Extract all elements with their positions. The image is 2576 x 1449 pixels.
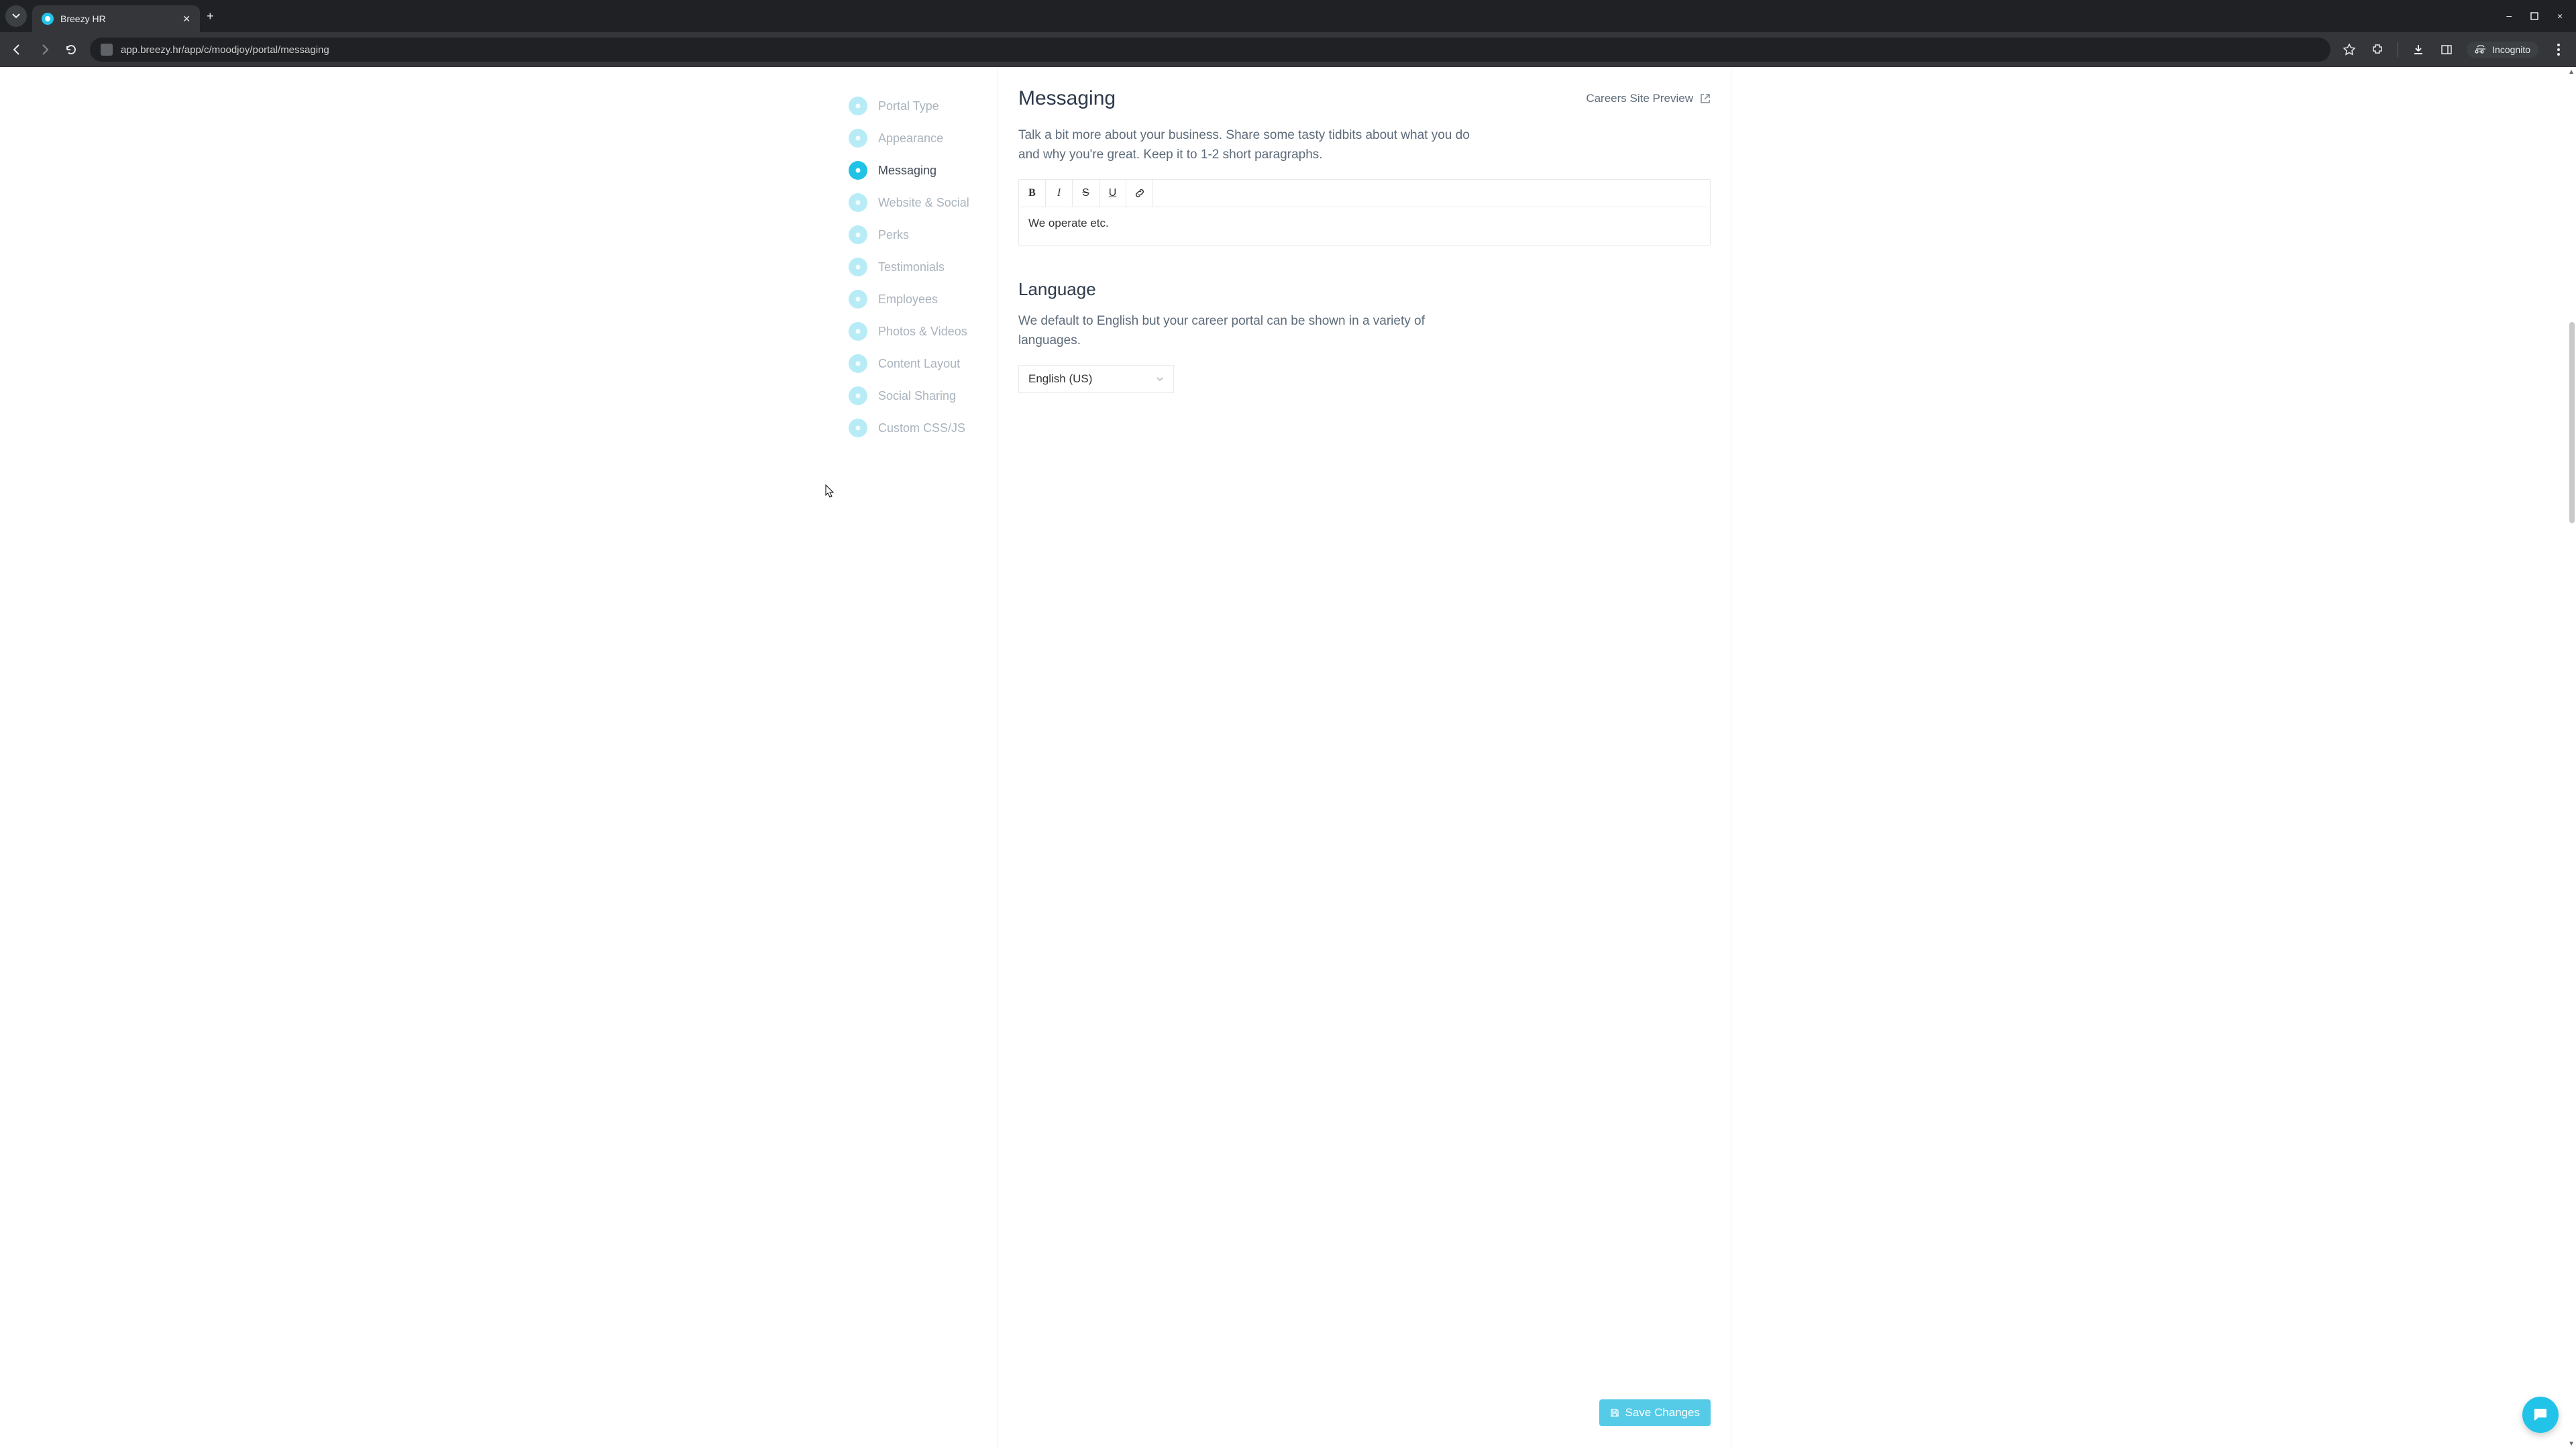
messaging-description: Talk a bit more about your business. Sha… (1018, 126, 1474, 164)
editor-textarea[interactable]: We operate etc. (1019, 207, 1710, 245)
underline-button[interactable]: U (1099, 180, 1126, 207)
sidebar-item-social-sharing[interactable]: Social Sharing (845, 380, 998, 412)
language-select[interactable]: English (US) (1018, 365, 1174, 393)
sidebar-item-portal-type[interactable]: Portal Type (845, 90, 998, 122)
scroll-thumb[interactable] (2569, 322, 2575, 523)
italic-button[interactable]: I (1046, 180, 1073, 207)
users-icon (849, 290, 867, 309)
sidebar-item-label: Content Layout (878, 357, 960, 371)
page-title: Messaging (1018, 87, 1116, 110)
extensions-button[interactable] (2369, 42, 2385, 58)
new-tab-button[interactable]: + (207, 9, 214, 23)
sidebar-item-label: Perks (878, 228, 909, 242)
language-heading: Language (1018, 279, 1711, 300)
minimize-button[interactable]: — (2506, 11, 2512, 21)
sidebar-item-messaging[interactable]: Messaging (845, 154, 998, 186)
chat-icon (849, 161, 867, 180)
sidebar-item-label: Social Sharing (878, 389, 956, 403)
sidebar-item-label: Testimonials (878, 260, 945, 274)
sidebar-item-label: Messaging (878, 164, 936, 178)
sidebar-item-testimonials[interactable]: Testimonials (845, 251, 998, 283)
editor-toolbar: B I S U (1019, 180, 1710, 207)
tab-close-button[interactable]: ✕ (182, 13, 191, 25)
window-controls: — ✕ (2506, 11, 2576, 21)
url-text: app.breezy.hr/app/c/moodjoy/portal/messa… (121, 44, 329, 56)
tab-strip: Breezy HR ✕ + — ✕ (0, 0, 2576, 32)
sidebar-item-employees[interactable]: Employees (845, 283, 998, 315)
site-settings-icon[interactable] (101, 44, 113, 56)
browser-tab[interactable]: Breezy HR ✕ (32, 5, 200, 32)
save-icon (1610, 1408, 1619, 1417)
sidepanel-button[interactable] (2438, 42, 2455, 58)
chat-fab[interactable] (2522, 1397, 2559, 1433)
save-changes-button[interactable]: Save Changes (1599, 1399, 1711, 1426)
sidebar-item-content-layout[interactable]: Content Layout (845, 347, 998, 380)
main-panel: Messaging Careers Site Preview Talk a bi… (998, 67, 1731, 1449)
scroll-up-arrow[interactable]: ▲ (2568, 68, 2575, 76)
sidebar-item-label: Appearance (878, 131, 943, 146)
address-bar: app.breezy.hr/app/c/moodjoy/portal/messa… (0, 32, 2576, 67)
sidebar: Portal Type Appearance Messaging Website & … (845, 67, 998, 1449)
brush-icon (849, 129, 867, 148)
reload-button[interactable] (63, 42, 79, 58)
chat-icon (2532, 1406, 2549, 1424)
scroll-down-arrow[interactable]: ▼ (2568, 1440, 2575, 1448)
link-button[interactable] (1126, 180, 1153, 207)
back-button[interactable] (9, 42, 25, 58)
tabs-dropdown[interactable] (5, 5, 27, 27)
bookmark-button[interactable] (2341, 42, 2357, 58)
link-icon (1134, 187, 1146, 199)
incognito-label: Incognito (2492, 44, 2530, 55)
page-body: Portal Type Appearance Messaging Website & … (0, 67, 2576, 1449)
sidebar-item-label: Employees (878, 292, 938, 307)
quote-icon (849, 258, 867, 276)
sidebar-item-label: Custom CSS/JS (878, 421, 965, 435)
url-field[interactable]: app.breezy.hr/app/c/moodjoy/portal/messa… (90, 38, 2330, 62)
forward-button[interactable] (36, 42, 52, 58)
tab-title: Breezy HR (60, 13, 106, 24)
scrollbar[interactable]: ▲ ▼ (2565, 67, 2576, 1449)
save-button-label: Save Changes (1625, 1406, 1700, 1419)
browser-menu-button[interactable] (2551, 42, 2567, 58)
language-selected-value: English (US) (1028, 372, 1092, 386)
gift-icon (849, 225, 867, 244)
code-icon (849, 419, 867, 437)
sidebar-item-label: Website & Social (878, 196, 969, 210)
sidebar-item-appearance[interactable]: Appearance (845, 122, 998, 154)
maximize-button[interactable] (2530, 12, 2538, 20)
tab-favicon (42, 13, 54, 25)
globe-icon (849, 386, 867, 405)
chevron-down-icon (12, 12, 20, 20)
incognito-icon (2475, 45, 2487, 54)
layout-icon (849, 97, 867, 115)
bold-button[interactable]: B (1019, 180, 1046, 207)
rich-text-editor: B I S U We operate etc. (1018, 179, 1711, 246)
incognito-indicator[interactable]: Incognito (2467, 42, 2538, 58)
sidebar-item-perks[interactable]: Perks (845, 219, 998, 251)
strikethrough-button[interactable]: S (1073, 180, 1099, 207)
browser-chrome: Breezy HR ✕ + — ✕ app.breezy.hr/app/c/mo… (0, 0, 2576, 67)
sidebar-item-label: Portal Type (878, 99, 939, 113)
sidebar-item-website-social[interactable]: Website & Social (845, 186, 998, 219)
careers-preview-link[interactable]: Careers Site Preview (1586, 92, 1711, 105)
grid-icon (849, 354, 867, 373)
share-icon (849, 193, 867, 212)
language-description: We default to English but your career po… (1018, 312, 1434, 350)
sidebar-item-label: Photos & Videos (878, 325, 967, 339)
photo-icon (849, 322, 867, 341)
careers-preview-label: Careers Site Preview (1586, 92, 1693, 105)
close-window-button[interactable]: ✕ (2557, 11, 2563, 21)
sidebar-item-photos-videos[interactable]: Photos & Videos (845, 315, 998, 347)
sidebar-item-custom-css-js[interactable]: Custom CSS/JS (845, 412, 998, 444)
chevron-down-icon (1156, 375, 1164, 383)
downloads-button[interactable] (2410, 42, 2426, 58)
external-link-icon (1700, 93, 1711, 104)
